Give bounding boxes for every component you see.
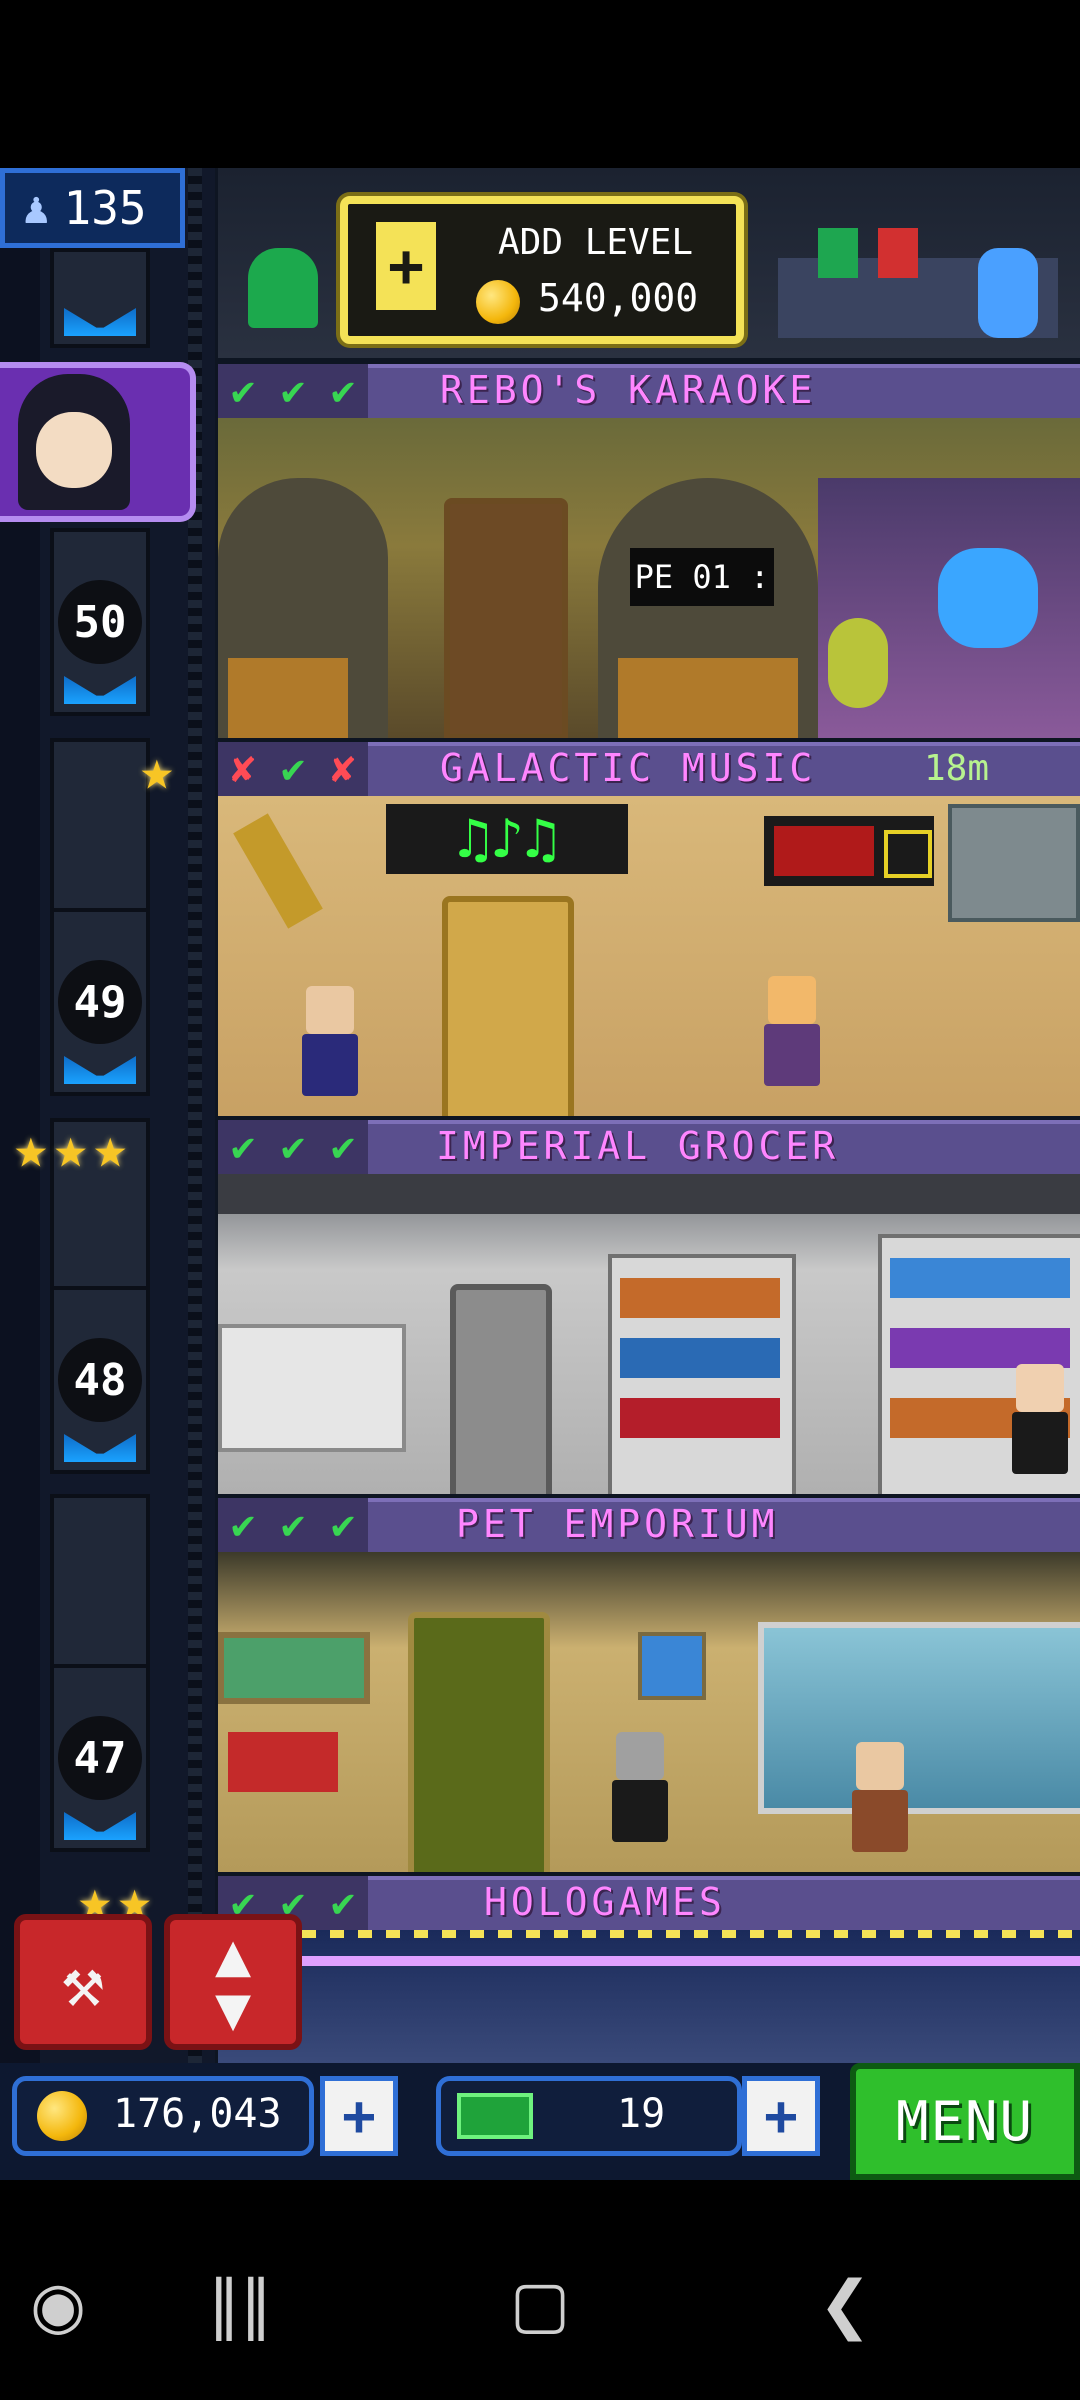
coin-balance-value: 176,043 — [113, 2091, 282, 2137]
floor-name: HOLOGAMES — [484, 1880, 726, 1924]
fish-bowl — [638, 1632, 706, 1700]
floor-rebos-karaoke[interactable]: PE 01 : — [218, 418, 1080, 738]
add-level-button[interactable]: + ADD LEVEL 540,000 — [340, 196, 744, 344]
alien-figure — [978, 248, 1038, 338]
buy-bux-button[interactable]: + — [742, 2076, 820, 2156]
cross-icon: ✘ — [230, 746, 256, 792]
population-counter: ♟ 135 — [0, 168, 185, 248]
door — [450, 1284, 552, 1494]
star-rating-icon: ★ — [140, 738, 180, 803]
check-icon: ✔ — [330, 1502, 356, 1548]
person-icon: ♟ — [23, 182, 50, 234]
check-icon: ✔ — [330, 1880, 356, 1926]
menu-button[interactable]: MENU — [850, 2063, 1080, 2180]
bux-balance: 19 — [436, 2076, 742, 2156]
population-value: 135 — [63, 181, 147, 235]
bitizen[interactable] — [298, 986, 362, 1096]
bux-balance-value: 19 — [617, 2091, 666, 2137]
shaft-cell-51 — [50, 248, 150, 348]
check-icon: ✔ — [330, 1124, 356, 1170]
speaker-display — [948, 804, 1080, 922]
game-launcher-icon[interactable]: ◉ — [28, 2269, 88, 2343]
karaoke-screen: PE 01 : — [630, 548, 774, 606]
floor-name: REBO'S KARAOKE — [440, 368, 817, 412]
floor-name: IMPERIAL GROCER — [436, 1124, 840, 1168]
floor-status: ✘ ✔ ✘ — [218, 742, 368, 796]
shaft-level-number: 47 — [58, 1716, 142, 1800]
floor-status: ✔ ✔ ✔ — [218, 1498, 368, 1552]
check-icon: ✔ — [230, 1502, 256, 1548]
floor-name: GALACTIC MUSIC — [440, 746, 817, 790]
door — [444, 498, 568, 738]
floor-name: PET EMPORIUM — [456, 1502, 779, 1546]
shaft-cell-empty — [50, 738, 150, 926]
alien-singer — [938, 548, 1038, 648]
aquarium — [758, 1622, 1080, 1814]
check-icon: ✔ — [330, 368, 356, 414]
floor-status: ✔ ✔ ✔ — [218, 364, 368, 418]
neon-strip — [218, 1956, 1080, 1966]
neon-sign — [764, 816, 934, 886]
floor-imperial-grocer[interactable] — [218, 1174, 1080, 1494]
shaft-level-number: 49 — [58, 960, 142, 1044]
system-navigation-bar: ◉ ‖‖ ▢ ❮ — [0, 2180, 1080, 2400]
hammer-icon: ⚒ — [61, 1941, 105, 2023]
add-level-title: ADD LEVEL — [498, 222, 694, 263]
bottle-decor — [878, 228, 918, 278]
floor-hologames[interactable] — [218, 1930, 1080, 2063]
back-icon[interactable]: ❮ — [810, 2268, 880, 2342]
buy-coins-button[interactable]: + — [320, 2076, 398, 2156]
check-icon: ✔ — [280, 368, 306, 414]
bux-icon — [457, 2093, 533, 2139]
table — [228, 658, 348, 738]
elevator-button[interactable]: ▲ ▼ — [164, 1914, 302, 2050]
bitizen[interactable] — [608, 1732, 672, 1842]
floor-galactic-music[interactable]: ♫♪♫ — [218, 796, 1080, 1116]
floor-pet-emporium[interactable] — [218, 1552, 1080, 1872]
coin-icon — [476, 280, 520, 324]
guitar-icon — [233, 813, 323, 929]
avatar[interactable] — [0, 362, 196, 522]
recent-apps-icon[interactable]: ‖‖ — [200, 2268, 280, 2342]
shaft-cell-empty — [50, 1494, 150, 1682]
alien-figure — [828, 618, 888, 708]
floor-status: ✔ ✔ ✔ — [218, 1120, 368, 1174]
restock-timer: 18m — [924, 748, 990, 789]
home-icon[interactable]: ▢ — [500, 2268, 580, 2342]
check-icon: ✔ — [280, 1502, 306, 1548]
shaft-level-number: 50 — [58, 580, 142, 664]
game-view[interactable]: 50 49 48 47 ★ ★★★ ★★ ♟ 135 ▦ 62 + ADD LE… — [0, 168, 1080, 2180]
light-strip — [218, 1930, 1080, 1938]
check-icon: ✔ — [280, 746, 306, 792]
check-icon: ✔ — [280, 1124, 306, 1170]
music-notes-sign: ♫♪♫ — [386, 804, 628, 874]
bitizen[interactable] — [760, 976, 824, 1086]
bitizen[interactable] — [848, 1742, 912, 1852]
ceiling-lights — [218, 1174, 1080, 1214]
door — [442, 896, 574, 1116]
hooded-figure-icon — [18, 374, 130, 510]
fish-tank — [218, 1632, 370, 1704]
door — [408, 1612, 550, 1872]
up-down-arrows-icon: ▲ ▼ — [214, 1920, 252, 2044]
add-level-price: 540,000 — [538, 276, 699, 320]
pet-bed — [228, 1732, 338, 1792]
bitizen[interactable] — [1008, 1364, 1072, 1474]
bottle-decor — [818, 228, 858, 278]
check-icon: ✔ — [230, 368, 256, 414]
produce-shelf — [608, 1254, 796, 1494]
alien-figure — [248, 248, 318, 328]
check-icon: ✔ — [230, 1124, 256, 1170]
shaft-level-number: 48 — [58, 1338, 142, 1422]
hammer-button[interactable]: ⚒ — [14, 1914, 152, 2050]
cross-icon: ✘ — [330, 746, 356, 792]
coin-balance: 176,043 — [12, 2076, 314, 2156]
table — [618, 658, 798, 738]
coin-icon — [37, 2091, 87, 2141]
add-floor-icon: + — [376, 222, 436, 310]
star-rating-icon: ★★★ — [14, 1116, 134, 1181]
deli-counter — [218, 1324, 406, 1452]
